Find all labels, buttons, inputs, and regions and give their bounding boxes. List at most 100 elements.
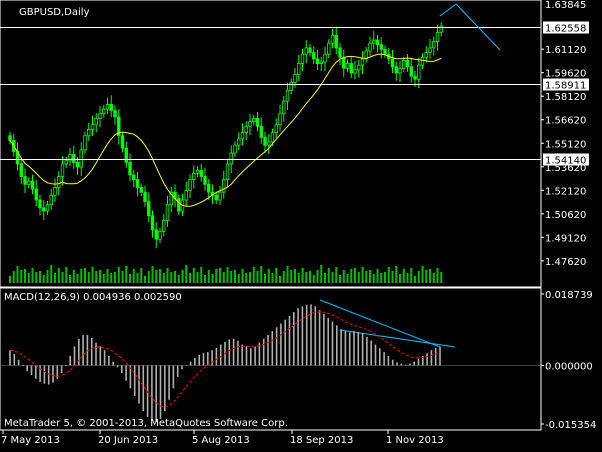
candle-body (23, 176, 27, 185)
macd-bar (426, 353, 428, 366)
candle-body (150, 215, 155, 231)
macd-bar (189, 361, 192, 366)
candle-body (120, 135, 125, 149)
price-axis-label: 1.61120 (545, 45, 586, 56)
volume-bar (297, 273, 300, 283)
volume-bar (207, 270, 210, 283)
candle-body (409, 66, 413, 77)
volume-bar (102, 274, 105, 283)
macd-bar (293, 312, 295, 366)
volume-bar (91, 267, 94, 283)
volume-bar (264, 274, 266, 283)
volume-bar (61, 272, 64, 283)
candle-body (375, 39, 380, 46)
volume-bar (361, 267, 364, 283)
macd-bar (9, 350, 11, 366)
volume-bar (110, 273, 113, 283)
candle-body (394, 66, 398, 74)
volume-bar (117, 267, 120, 283)
candle-body (308, 47, 312, 54)
macd-bar (413, 361, 415, 366)
volume-bar (222, 272, 225, 283)
macd-bar (82, 334, 84, 366)
macd-bar (409, 363, 411, 366)
volume-bar (162, 273, 165, 283)
candle-body (439, 25, 443, 33)
macd-bar (99, 346, 102, 366)
volume-bar (324, 273, 326, 283)
volume-bar (114, 272, 116, 283)
candle-body (203, 176, 207, 185)
volume-bar (395, 266, 398, 283)
volume-bar (174, 271, 176, 283)
candle-body (105, 103, 110, 110)
volume-bar (151, 266, 154, 283)
volume-bar (237, 274, 240, 283)
candle-body (38, 199, 42, 209)
candle-body (184, 190, 188, 201)
candle-body (45, 204, 50, 212)
volume-bar (219, 268, 221, 283)
macd-bar (95, 342, 97, 366)
macd-bar (116, 365, 119, 368)
candle-body (428, 47, 432, 54)
macd-bar (142, 365, 145, 412)
price-axis[interactable]: 1.63845 1.61120 1.59620 1.58120 1.56620 1.551… (541, 0, 596, 431)
macd-bar (43, 365, 46, 384)
volume-bar (72, 270, 75, 283)
volume-bar (331, 272, 334, 283)
macd-bar (30, 365, 33, 375)
candle-body (177, 198, 181, 212)
macd-bar (318, 310, 321, 366)
macd-bar (65, 365, 67, 366)
volume-bar (335, 267, 338, 283)
candle-body (300, 53, 305, 64)
macd-bar (323, 313, 325, 366)
time-axis[interactable]: 7 May 2013 20 Jun 2013 5 Aug 2013 18 Sep 20… (1, 430, 444, 446)
volume-bar (87, 272, 90, 283)
volume-bar (35, 272, 38, 283)
macd-bar (400, 363, 403, 366)
candle-body (158, 230, 162, 240)
volume-bar (346, 274, 349, 283)
macd-bar (391, 359, 394, 366)
volume-bar (421, 266, 424, 283)
volume-bar (27, 273, 30, 283)
candle-body (143, 191, 147, 202)
volume-bar (20, 270, 23, 283)
candle-body (135, 179, 140, 188)
candle-body (102, 108, 106, 115)
macd-bar (271, 331, 274, 366)
chart-window[interactable]: 1.625581.589111.54140 1.638451.611201.59… (0, 0, 602, 452)
volume-bar (226, 267, 229, 283)
macd-bar (297, 308, 299, 366)
macd-bar (176, 365, 179, 377)
candle-body (323, 53, 327, 63)
volume-bar (301, 268, 304, 283)
macd-bar (121, 365, 123, 374)
volume-bar (365, 271, 368, 283)
macd-axis-label: 0.000000 (545, 361, 593, 372)
candle-body (334, 34, 338, 49)
macd-indicator-pane[interactable] (0, 287, 542, 431)
candle-body (327, 42, 331, 55)
macd-bar (250, 348, 252, 366)
candle-body (207, 183, 211, 193)
candle-body (192, 172, 196, 181)
volume-bar (166, 268, 169, 283)
candle-body (87, 129, 91, 137)
macd-bar (207, 352, 209, 366)
volume-bar (414, 276, 416, 283)
macd-bar (387, 355, 390, 366)
macd-bar (430, 350, 433, 366)
volume-bar (384, 272, 386, 283)
candle-body (165, 204, 170, 221)
price-axis-label: 1.50620 (545, 210, 586, 221)
candle-body (113, 110, 117, 118)
price-axis-label: 1.49120 (545, 233, 586, 244)
volume-bar (305, 272, 308, 283)
volume-bar (286, 266, 289, 283)
price-axis-label: 1.47620 (545, 257, 586, 268)
candle-body (94, 118, 98, 126)
volume-bar (316, 270, 319, 283)
